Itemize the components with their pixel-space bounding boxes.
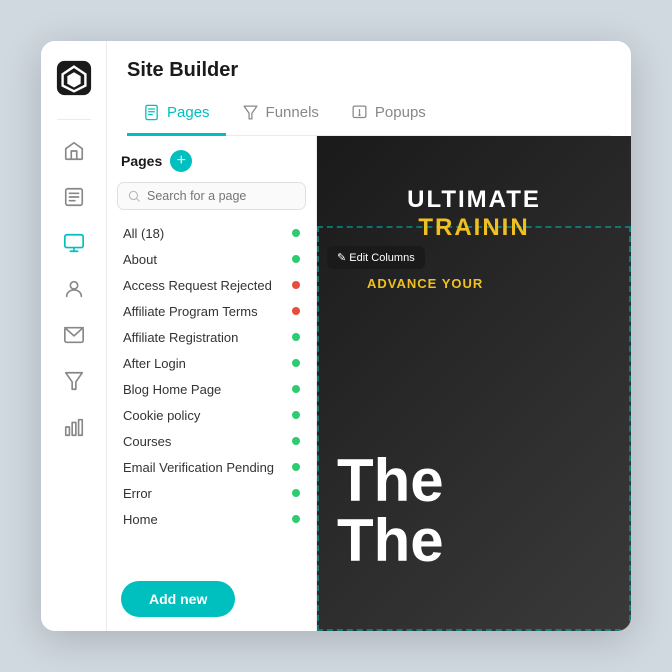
page-item-label: Home	[123, 512, 292, 527]
pages-panel: Pages + All (18) About Access Request Reje…	[107, 136, 317, 631]
add-new-button[interactable]: Add new	[121, 581, 235, 617]
preview-training-text: TRAININ	[407, 214, 541, 242]
page-item-label: Email Verification Pending	[123, 460, 292, 475]
list-item[interactable]: All (18)	[115, 220, 308, 246]
page-status-dot	[292, 385, 300, 393]
preview-the-text-1: The	[337, 451, 444, 511]
page-status-dot	[292, 515, 300, 523]
add-page-icon-button[interactable]: +	[170, 150, 192, 172]
page-title: Site Builder	[127, 59, 611, 82]
list-item[interactable]: Affiliate Registration	[115, 324, 308, 350]
list-item[interactable]: Email Verification Pending	[115, 454, 308, 480]
search-input[interactable]	[147, 189, 296, 203]
sidebar-icon-home[interactable]	[55, 132, 93, 170]
page-item-label: Affiliate Registration	[123, 330, 292, 345]
page-status-dot	[292, 229, 300, 237]
list-item[interactable]: Affiliate Program Terms	[115, 298, 308, 324]
page-status-dot	[292, 437, 300, 445]
list-item[interactable]: Cookie policy	[115, 402, 308, 428]
preview-ultimate-text: ULTIMATE	[407, 186, 541, 214]
sidebar-icon-content[interactable]	[55, 178, 93, 216]
edit-columns-label: ✎ Edit Columns	[337, 251, 415, 264]
list-item[interactable]: Blog Home Page	[115, 376, 308, 402]
edit-columns-badge[interactable]: ✎ Edit Columns	[327, 246, 425, 269]
page-item-label: Blog Home Page	[123, 382, 292, 397]
content-area: Pages + All (18) About Access Request Reje…	[107, 136, 631, 631]
main-content: Site Builder Pages	[107, 41, 631, 631]
header: Site Builder Pages	[107, 41, 631, 136]
sidebar-icon-site-builder[interactable]	[55, 224, 93, 262]
app-logo[interactable]	[55, 59, 93, 97]
list-item[interactable]: Access Request Rejected	[115, 272, 308, 298]
sidebar-divider	[57, 119, 91, 120]
page-status-dot	[292, 307, 300, 315]
page-item-label: Access Request Rejected	[123, 278, 292, 293]
tabs: Pages Funnels Popups	[127, 96, 611, 136]
list-item[interactable]: Courses	[115, 428, 308, 454]
preview-the-text-2: The	[337, 511, 444, 571]
page-status-dot	[292, 411, 300, 419]
page-status-dot	[292, 255, 300, 263]
pages-panel-header: Pages +	[107, 150, 316, 182]
preview-advance-text: ADVANCE YOUR	[367, 276, 483, 291]
sidebar	[41, 41, 107, 631]
tab-pages-label: Pages	[167, 104, 210, 121]
sidebar-icon-funnels[interactable]	[55, 362, 93, 400]
tab-popups[interactable]: Popups	[335, 96, 442, 136]
page-item-label: Cookie policy	[123, 408, 292, 423]
page-status-dot	[292, 281, 300, 289]
tab-funnels[interactable]: Funnels	[226, 96, 335, 136]
search-bar[interactable]	[117, 182, 306, 210]
page-item-label: Error	[123, 486, 292, 501]
page-status-dot	[292, 463, 300, 471]
pages-footer: Add new	[107, 569, 316, 617]
page-item-label: After Login	[123, 356, 292, 371]
preview-the-block: The The	[337, 451, 444, 571]
pages-panel-title: Pages	[121, 153, 162, 169]
list-item[interactable]: Error	[115, 480, 308, 506]
app-window: Site Builder Pages	[41, 41, 631, 631]
page-item-label: Courses	[123, 434, 292, 449]
preview-panel: ULTIMATE TRAININ ✎ Edit Columns ADVANCE …	[317, 136, 631, 631]
sidebar-icon-members[interactable]	[55, 270, 93, 308]
page-item-label: All (18)	[123, 226, 292, 241]
page-status-dot	[292, 333, 300, 341]
list-item[interactable]: Home	[115, 506, 308, 532]
list-item[interactable]: After Login	[115, 350, 308, 376]
page-status-dot	[292, 359, 300, 367]
tab-popups-label: Popups	[375, 104, 426, 121]
pages-list: All (18) About Access Request Rejected Affi…	[107, 220, 316, 569]
page-status-dot	[292, 489, 300, 497]
sidebar-icon-email[interactable]	[55, 316, 93, 354]
list-item[interactable]: About	[115, 246, 308, 272]
sidebar-icon-analytics[interactable]	[55, 408, 93, 446]
tab-pages[interactable]: Pages	[127, 96, 226, 136]
tab-funnels-label: Funnels	[266, 104, 319, 121]
page-item-label: About	[123, 252, 292, 267]
page-item-label: Affiliate Program Terms	[123, 304, 292, 319]
search-icon	[127, 189, 141, 203]
